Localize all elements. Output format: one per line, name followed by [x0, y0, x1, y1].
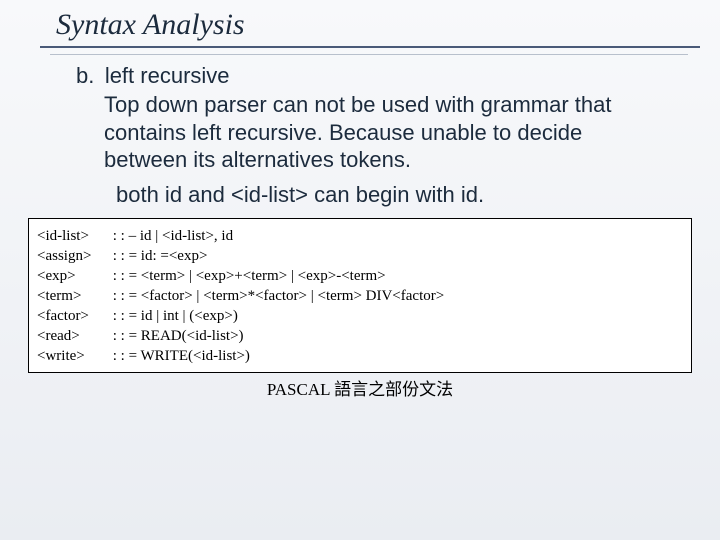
sub-divider	[50, 54, 688, 55]
grammar-right: : : = READ(<id-list>)	[113, 328, 244, 344]
grammar-row: <read> : : = READ(<id-list>)	[37, 328, 683, 345]
grammar-row: <factor> : : = id | int | (<exp>)	[37, 308, 683, 325]
section-note: both id and <id-list> can begin with id.	[116, 182, 670, 208]
grammar-row: <assign> : : = id: =<exp>	[37, 248, 683, 265]
grammar-left: <assign>	[37, 248, 109, 265]
section-heading: left recursive	[105, 63, 230, 88]
grammar-caption: PASCAL 語言之部份文法	[0, 375, 720, 400]
grammar-right: : : = id: =<exp>	[113, 248, 208, 264]
grammar-left: <exp>	[37, 268, 109, 285]
grammar-box: <id-list> : : – id | <id-list>, id <assi…	[28, 218, 692, 373]
grammar-right: : : = <term> | <exp>+<term> | <exp>-<ter…	[113, 268, 386, 284]
title-divider	[40, 46, 700, 48]
grammar-row: <term> : : = <factor> | <term>*<factor> …	[37, 288, 683, 305]
grammar-right: : : = <factor> | <term>*<factor> | <term…	[113, 288, 444, 304]
grammar-left: <id-list>	[37, 228, 109, 245]
grammar-right: : : – id | <id-list>, id	[113, 228, 233, 244]
section-body: Top down parser can not be used with gra…	[104, 91, 670, 174]
grammar-left: <term>	[37, 288, 109, 305]
grammar-left: <read>	[37, 328, 109, 345]
grammar-row: <exp> : : = <term> | <exp>+<term> | <exp…	[37, 268, 683, 285]
grammar-right: : : = WRITE(<id-list>)	[113, 348, 250, 364]
grammar-row: <write> : : = WRITE(<id-list>)	[37, 348, 683, 365]
content-block: b. left recursive Top down parser can no…	[0, 63, 720, 208]
grammar-right: : : = id | int | (<exp>)	[113, 308, 238, 324]
grammar-row: <id-list> : : – id | <id-list>, id	[37, 228, 683, 245]
section-label: b.	[76, 63, 94, 88]
grammar-left: <write>	[37, 348, 109, 365]
page-title: Syntax Analysis	[56, 8, 720, 42]
grammar-left: <factor>	[37, 308, 109, 325]
